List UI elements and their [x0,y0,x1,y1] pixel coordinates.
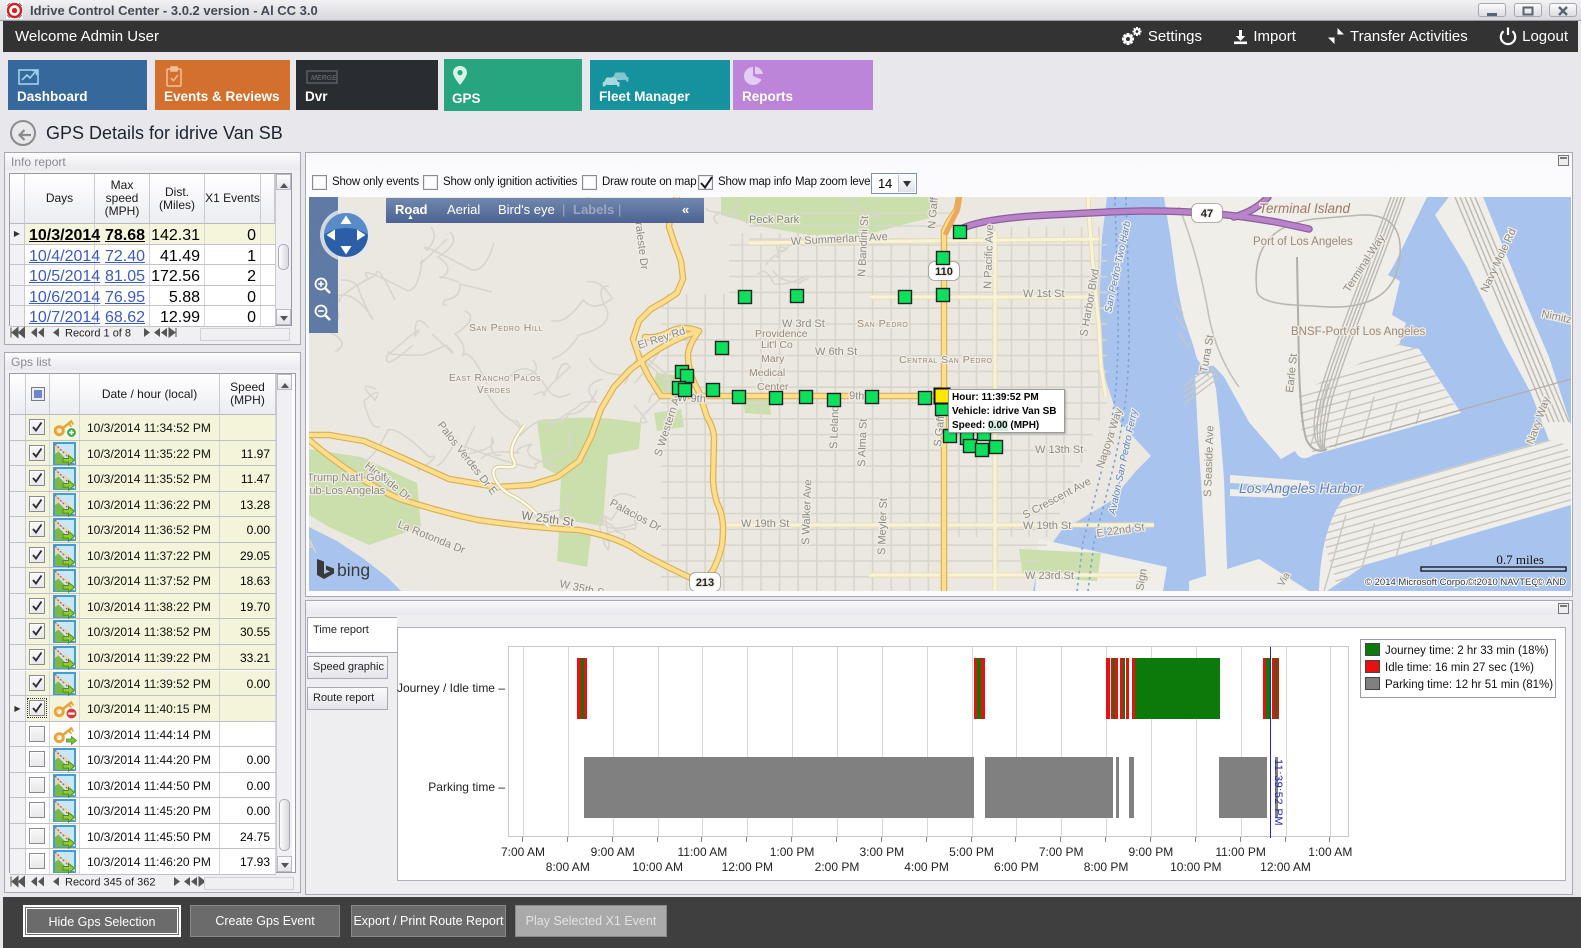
svg-text:BNSF-Port of Los Angeles: BNSF-Port of Los Angeles [1291,326,1425,338]
svg-text:lub-Los Angelas: lub-Los Angelas [309,485,386,497]
svg-text:© AND: © AND [1537,577,1566,588]
svg-text:W 19th St: W 19th St [1023,520,1071,532]
svg-text:San Pedro Hill: San Pedro Hill [469,322,543,334]
svg-text:0.7 miles: 0.7 miles [1496,552,1544,567]
svg-text:47: 47 [1201,208,1213,220]
svg-text:Medical: Medical [749,367,785,379]
svg-text:110: 110 [935,266,953,278]
svg-text:Record 345 of 362: Record 345 of 362 [65,877,156,889]
svg-text:Record 1 of 8: Record 1 of 8 [65,328,131,340]
svg-text:Mary: Mary [761,353,785,365]
svg-text:Central San Pedro: Central San Pedro [899,354,993,366]
svg-text:W 19th St: W 19th St [741,518,789,530]
svg-text:W 13th St: W 13th St [1035,444,1083,456]
svg-text:N Bandini St: N Bandini St [856,215,871,277]
svg-text:Peck Park: Peck Park [749,214,800,226]
svg-text:East Rancho Palos: East Rancho Palos [449,373,541,384]
svg-text:bing: bing [337,560,370,580]
svg-text:Trump Nat'l Golf: Trump Nat'l Golf [309,472,387,484]
svg-text:© 2010 NAVTEQ: © 2010 NAVTEQ [1467,577,1539,588]
svg-text:Lit'l Co: Lit'l Co [761,339,793,351]
svg-text:W 35th S: W 35th S [558,578,605,591]
svg-text:S Alma St: S Alma St [856,418,870,467]
svg-text:S Meyler St: S Meyler St [876,498,890,555]
svg-text:S Leland: S Leland [828,405,842,449]
svg-text:San Pedro: San Pedro [857,318,908,330]
svg-text:MERGE: MERGE [311,75,337,82]
svg-text:La Rotonda Dr: La Rotonda Dr [396,519,467,557]
svg-text:W 1st St: W 1st St [1023,288,1065,300]
svg-text:Port of Los Angeles: Port of Los Angeles [1253,236,1353,248]
svg-text:S Seaside Ave: S Seaside Ave [1202,425,1216,497]
svg-text:N Pacific Ave: N Pacific Ave [982,224,996,289]
svg-text:S Walker Ave: S Walker Ave [800,479,814,545]
svg-text:213: 213 [696,577,714,589]
svg-text:Los Angeles Harbor: Los Angeles Harbor [1239,480,1364,496]
svg-text:W 23rd St: W 23rd St [1025,570,1074,582]
svg-text:W 6th St: W 6th St [815,346,857,358]
svg-text:Verdes: Verdes [477,385,511,396]
svg-text:Terminal Island: Terminal Island [1259,201,1351,216]
